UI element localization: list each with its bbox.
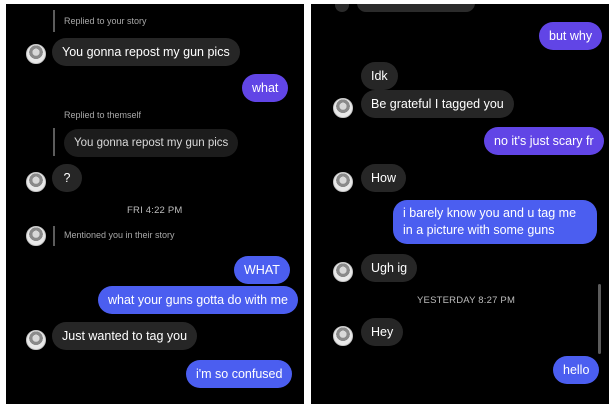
- right-chat-panel[interactable]: but why Idk Be grateful I tagged you no …: [311, 4, 609, 404]
- partial-avatar: [335, 4, 349, 12]
- message-outgoing[interactable]: no it's just scary fr: [484, 127, 604, 155]
- message-outgoing[interactable]: hello: [553, 356, 600, 384]
- message-incoming[interactable]: ?: [52, 164, 82, 192]
- message-outgoing[interactable]: WHAT: [234, 256, 290, 284]
- avatar[interactable]: [333, 326, 353, 346]
- message-outgoing[interactable]: what: [242, 74, 289, 102]
- message-outgoing[interactable]: i'm so confused: [186, 360, 293, 388]
- replied-story-label: Replied to your story: [64, 16, 147, 26]
- avatar[interactable]: [26, 226, 46, 246]
- scrollbar[interactable]: [598, 284, 601, 354]
- message-outgoing[interactable]: what your guns gotta do with me: [98, 286, 298, 314]
- timestamp: YESTERDAY 8:27 PM: [417, 295, 516, 306]
- avatar[interactable]: [26, 172, 46, 192]
- message-outgoing[interactable]: but why: [539, 22, 603, 50]
- message-outgoing[interactable]: i barely know you and u tag me in a pict…: [393, 200, 597, 244]
- reply-indicator-line: [53, 10, 55, 32]
- message-incoming[interactable]: You gonna repost my gun pics: [52, 38, 240, 66]
- left-chat-panel[interactable]: Replied to your story You gonna repost m…: [6, 4, 304, 404]
- avatar[interactable]: [333, 262, 353, 282]
- reply-indicator-line: [53, 128, 55, 156]
- avatar[interactable]: [26, 330, 46, 350]
- avatar[interactable]: [26, 44, 46, 64]
- quoted-message[interactable]: You gonna repost my gun pics: [64, 129, 239, 157]
- message-incoming[interactable]: Be grateful I tagged you: [361, 90, 514, 118]
- replied-themself-label: Replied to themself: [64, 110, 142, 120]
- avatar[interactable]: [333, 98, 353, 118]
- message-incoming[interactable]: How: [361, 164, 407, 192]
- avatar[interactable]: [333, 172, 353, 192]
- message-incoming[interactable]: Idk: [361, 62, 398, 90]
- timestamp: FRI 4:22 PM: [127, 205, 183, 216]
- reply-indicator-line: [53, 226, 55, 246]
- message-incoming[interactable]: Ugh ig: [361, 254, 418, 282]
- partial-message: [357, 4, 475, 12]
- message-incoming[interactable]: Hey: [361, 318, 404, 346]
- message-incoming[interactable]: Just wanted to tag you: [52, 322, 198, 350]
- mentioned-label: Mentioned you in their story: [64, 230, 175, 240]
